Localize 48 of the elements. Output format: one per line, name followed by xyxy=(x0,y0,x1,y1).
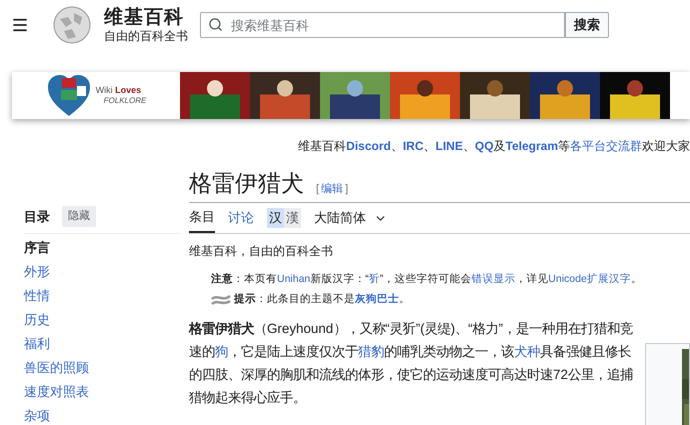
article-tagline: 维基百科，自由的百科全书 xyxy=(189,243,334,260)
bracket: [ xyxy=(316,182,320,194)
search-icon xyxy=(208,17,223,32)
banner-subtitle: FOLKLORE xyxy=(102,96,146,106)
toc-item[interactable]: 外形 xyxy=(24,260,181,284)
toc-item[interactable]: 兽医的照顾 xyxy=(24,356,181,380)
link[interactable]: 错误显示 xyxy=(471,272,516,285)
edit-link[interactable]: 编辑 xyxy=(319,182,346,194)
link[interactable]: Unihan xyxy=(277,272,310,285)
link[interactable]: IRC xyxy=(402,139,424,153)
bracket: ] xyxy=(345,182,348,194)
search-button[interactable]: 搜索 xyxy=(565,12,609,38)
banner-title: Wiki Loves xyxy=(96,84,142,96)
script-toggle[interactable]: 漢 xyxy=(284,208,301,228)
link[interactable]: Discord xyxy=(346,139,391,153)
variant-dropdown[interactable]: 大陆简体 xyxy=(314,208,387,228)
site-name: 维基百科 xyxy=(104,8,185,27)
notice: 注意：本页有Unihan新版汉字：“㹞”，这些字符可能会错误显示，详见Unicode扩展汉字。 xyxy=(211,272,642,287)
toc-item[interactable]: 历史 xyxy=(24,308,181,332)
hide-button[interactable]: 隐藏 xyxy=(62,206,96,226)
link[interactable]: QQ xyxy=(474,139,494,153)
globe-logo-icon xyxy=(52,5,92,45)
link[interactable]: 犬种 xyxy=(514,344,540,359)
disambiguation-icon xyxy=(211,294,231,306)
link[interactable]: 猎豹 xyxy=(358,344,384,359)
page-tab[interactable]: 条目 xyxy=(189,203,215,233)
link[interactable]: 灰狗巴士 xyxy=(355,292,399,305)
toc-item[interactable]: 福利 xyxy=(24,332,181,356)
search-field[interactable]: 搜索维基百科 xyxy=(200,12,565,38)
link[interactable]: 㹞 xyxy=(368,272,380,285)
link[interactable]: Unicode扩展汉字 xyxy=(548,272,631,285)
link[interactable]: Telegram xyxy=(506,139,558,153)
site-tagline: 自由的百科全书 xyxy=(104,30,188,42)
toc-item[interactable]: 速度对照表 xyxy=(24,380,181,404)
article-title: 格雷伊猎犬 xyxy=(189,170,304,199)
site-notice: 维基百科Discord、IRC、LINE、QQ及Telegram等各平台交流群欢迎大家 xyxy=(298,138,690,155)
toc-title: 目录 xyxy=(24,208,50,226)
page-tab[interactable]: 讨论 xyxy=(228,203,254,233)
toc-item[interactable]: 杂项 xyxy=(24,404,181,425)
toc-item[interactable]: 性情 xyxy=(24,284,181,308)
toc-item[interactable]: 序言 xyxy=(24,236,181,260)
script-toggle[interactable]: 汉 xyxy=(267,208,284,228)
menu-icon[interactable] xyxy=(11,16,29,34)
link[interactable]: 各平台交流群 xyxy=(570,139,642,153)
link[interactable]: LINE xyxy=(436,139,463,153)
link[interactable]: 狗 xyxy=(215,344,228,359)
lead-paragraph: 格雷伊猎犬（Greyhound），又称“灵㹞”(灵缇)、“格力”，是一种用在打猎和竞速的狗，它是陆上速度仅次于猎豹的哺乳类动物之一，该犬种具备强健且修长的四肢、深厚的胸肌和流线的体形，使它的运动速度可高达时速72公里，追捕猎物起来得心应手。 xyxy=(189,320,634,407)
hatnote: 提示：此条目的主题不是灰狗巴士。 xyxy=(234,292,410,307)
